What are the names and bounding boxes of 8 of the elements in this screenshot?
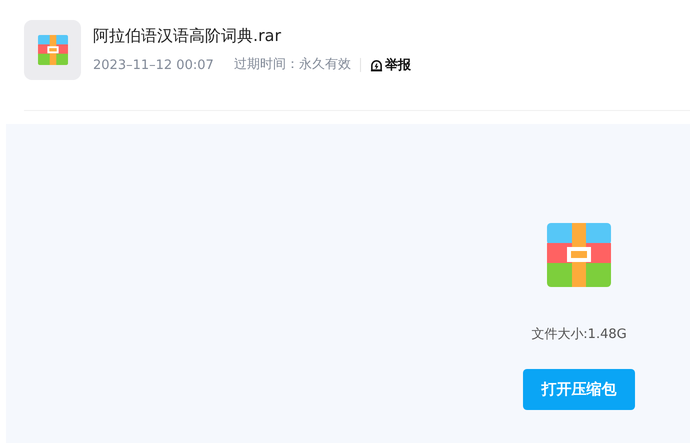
file-name: 阿拉伯语汉语高阶词典.rar <box>93 26 282 47</box>
expiry-text: 过期时间：永久有效 <box>234 58 361 72</box>
alarm-icon <box>370 58 383 72</box>
archive-icon <box>547 223 611 287</box>
report-link[interactable]: 举报 <box>370 56 411 74</box>
archive-icon <box>38 35 68 65</box>
upload-date: 2023–11–12 00:07 <box>93 58 214 72</box>
file-size: 文件大小:1.48G <box>531 326 627 343</box>
